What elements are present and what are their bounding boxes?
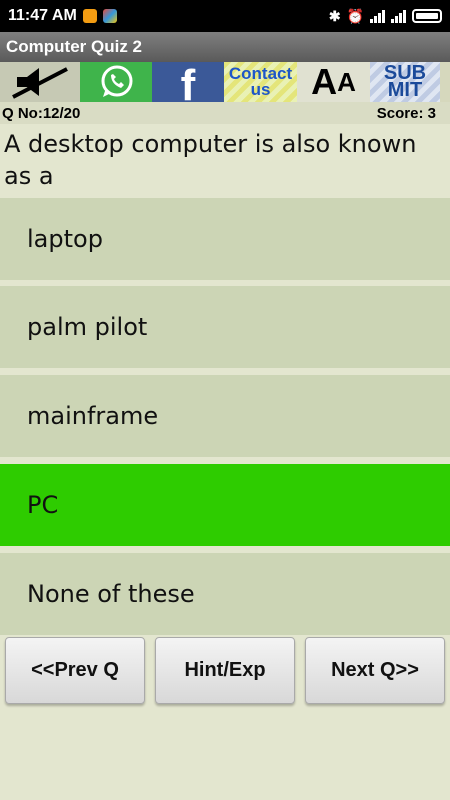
submit-line-2: MIT: [387, 79, 423, 101]
signal-icon: [370, 9, 385, 23]
answer-option-label: palm pilot: [27, 313, 148, 341]
alarm-icon: ⏰: [346, 8, 364, 24]
contact-us-label: Contact us: [229, 65, 292, 99]
font-size-small-a: A: [337, 66, 356, 97]
answer-option[interactable]: mainframe: [0, 375, 450, 457]
font-size-big-a: A: [311, 61, 338, 102]
answer-option-label: mainframe: [27, 402, 159, 430]
quiz-info-bar: Q No:12/20 Score: 3: [0, 102, 450, 124]
status-time: 11:47 AM: [8, 7, 77, 24]
prev-question-button[interactable]: <<Prev Q: [5, 637, 145, 704]
battery-icon: [412, 9, 442, 23]
contact-us-button[interactable]: Contact us: [224, 62, 297, 102]
next-question-button[interactable]: Next Q>>: [305, 637, 445, 704]
app-title: Computer Quiz 2: [6, 37, 143, 56]
answer-option-label: None of these: [27, 580, 195, 608]
answer-option[interactable]: palm pilot: [0, 286, 450, 368]
question-text: A desktop computer is also known as a: [4, 130, 417, 190]
signal-icon-2: [391, 9, 406, 23]
toolbar-icon-row: f Contact us AA SUB MIT: [0, 61, 450, 110]
hint-explanation-button[interactable]: Hint/Exp: [155, 637, 295, 704]
answer-option-selected[interactable]: PC: [0, 464, 450, 546]
whatsapp-share-icon[interactable]: [80, 62, 152, 102]
mute-sound-icon[interactable]: [0, 62, 80, 102]
bluetooth-icon: ✱: [328, 8, 341, 24]
answer-option-label: PC: [27, 491, 59, 519]
answer-option-label: laptop: [27, 225, 103, 253]
facebook-share-icon[interactable]: f: [152, 61, 224, 110]
answer-option[interactable]: laptop: [0, 198, 450, 280]
contact-line-2: us: [250, 80, 271, 99]
status-right: ✱ ⏰: [329, 9, 442, 23]
answer-option[interactable]: None of these: [0, 553, 450, 635]
font-size-button[interactable]: AA: [297, 61, 370, 102]
notification-photos-icon: [102, 9, 117, 23]
status-left: 11:47 AM: [8, 7, 117, 25]
submit-label: SUB MIT: [384, 63, 426, 101]
status-bar: 11:47 AM ✱ ⏰: [0, 0, 450, 32]
notification-app-icon: [82, 9, 97, 23]
app-title-bar: Computer Quiz 2: [0, 32, 450, 62]
submit-button[interactable]: SUB MIT: [370, 62, 440, 102]
question-number: Q No:12/20: [2, 104, 81, 122]
score-display: Score: 3: [376, 104, 436, 122]
